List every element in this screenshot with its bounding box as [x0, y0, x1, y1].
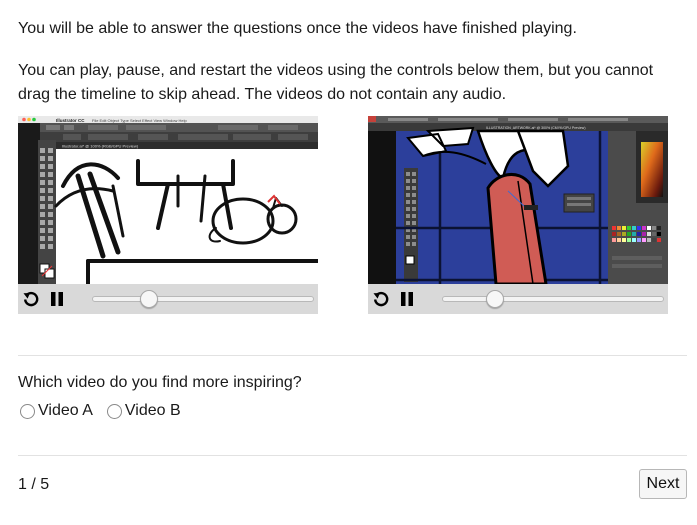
instruction-line-1: You will be able to answer the questions… [18, 20, 577, 37]
video-a-doc-tab: Illustrator.ai* @ 100% (RGB/GPU Preview) [62, 144, 139, 149]
restart-icon[interactable] [22, 290, 40, 308]
svg-text:File Edit Object Type Sele: File Edit Object Type Select Effect View… [92, 118, 187, 123]
video-b-controls [368, 284, 668, 314]
page-progress: 1 / 5 [18, 476, 50, 493]
answer-options: Video A Video B [20, 402, 181, 420]
pause-icon[interactable] [48, 290, 66, 308]
option-video-b[interactable]: Video B [106, 402, 181, 420]
video-a-frame[interactable]: Illustrator CC File Edit Object Type Sel… [18, 116, 318, 284]
video-player-b: ILLUSTRATION_ARTWORK.ai* @ 300% (CMYK/GP… [368, 116, 668, 314]
video-b-frame[interactable]: ILLUSTRATION_ARTWORK.ai* @ 300% (CMYK/GP… [368, 116, 668, 284]
video-b-timeline[interactable] [442, 290, 664, 308]
video-a-timeline[interactable] [92, 290, 314, 308]
option-video-a-label: Video A [38, 402, 93, 419]
video-player-a: Illustrator CC File Edit Object Type Sel… [18, 116, 318, 314]
pause-icon[interactable] [398, 290, 416, 308]
video-a-app-title: Illustrator CC [56, 118, 85, 123]
instruction-line-2: You can play, pause, and restart the vid… [18, 62, 654, 103]
restart-icon[interactable] [372, 290, 390, 308]
radio-video-a[interactable] [20, 403, 35, 419]
video-a-controls [18, 284, 318, 314]
video-b-doc-tab: ILLUSTRATION_ARTWORK.ai* @ 300% (CMYK/GP… [486, 126, 586, 130]
divider [18, 355, 687, 356]
video-b-timeline-thumb[interactable] [485, 290, 504, 308]
video-a-timeline-thumb[interactable] [140, 290, 158, 308]
next-button[interactable]: Next [639, 469, 687, 499]
option-video-a[interactable]: Video A [20, 402, 93, 420]
divider [18, 455, 687, 456]
question-text: Which video do you find more inspiring? [18, 374, 302, 391]
option-video-b-label: Video B [124, 402, 181, 419]
radio-video-b[interactable] [106, 403, 122, 419]
